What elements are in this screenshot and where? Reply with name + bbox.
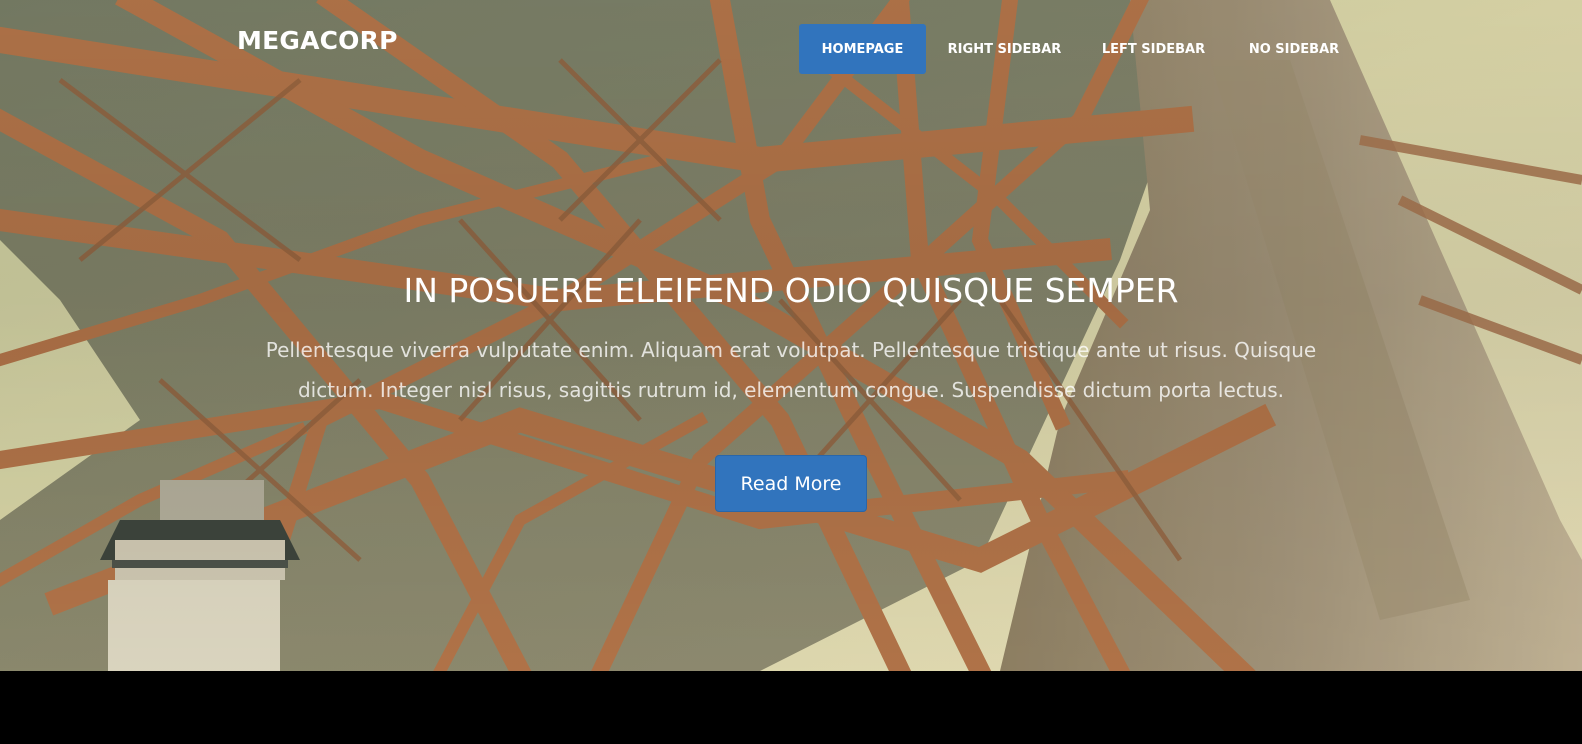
page: MEGACORP HOMEPAGE RIGHT SIDEBAR LEFT SID… — [0, 0, 1582, 744]
hero-description: Pellentesque viverra vulputate enim. Ali… — [265, 338, 1317, 402]
nav-item-left-sidebar[interactable]: LEFT SIDEBAR — [1083, 24, 1224, 74]
hero-section: MEGACORP HOMEPAGE RIGHT SIDEBAR LEFT SID… — [0, 0, 1582, 671]
nav-item-no-sidebar[interactable]: NO SIDEBAR — [1224, 24, 1364, 74]
nav-item-right-sidebar[interactable]: RIGHT SIDEBAR — [926, 24, 1083, 74]
hero-title: IN POSUERE ELEIFEND ODIO QUISQUE SEMPER — [403, 271, 1179, 310]
read-more-button[interactable]: Read More — [715, 455, 867, 512]
site-logo[interactable]: MEGACORP — [237, 26, 398, 56]
nav-item-homepage[interactable]: HOMEPAGE — [799, 24, 926, 74]
main-navigation: HOMEPAGE RIGHT SIDEBAR LEFT SIDEBAR NO S… — [799, 24, 1364, 74]
